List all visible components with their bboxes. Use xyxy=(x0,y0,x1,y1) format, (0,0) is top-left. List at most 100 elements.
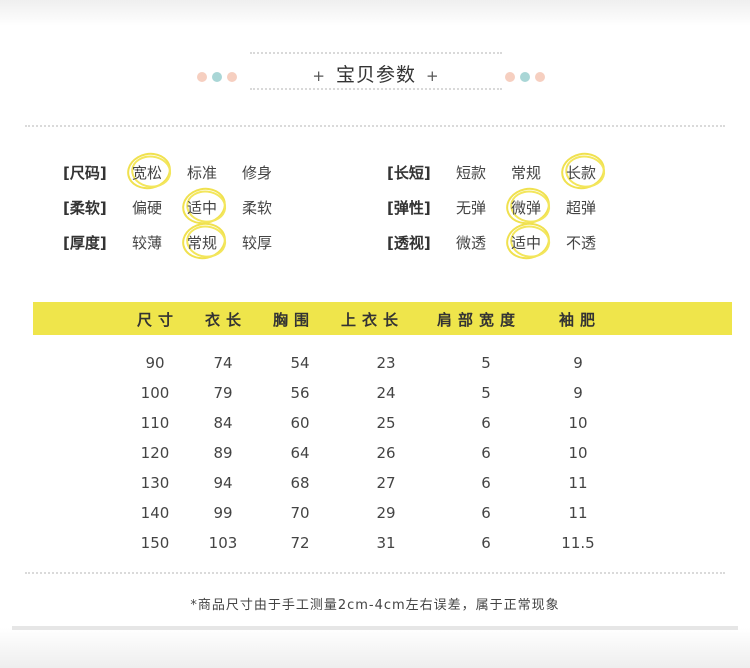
table-cell: 27 xyxy=(376,474,396,492)
table-column-header: 衣长 xyxy=(205,311,248,329)
table-cell: 25 xyxy=(376,414,396,432)
param-option: 柔软 xyxy=(242,197,272,218)
table-cell: 79 xyxy=(213,384,233,402)
bottom-line xyxy=(12,626,738,630)
table-cell: 24 xyxy=(376,384,396,402)
decor-dot xyxy=(197,72,207,82)
param-option-text: 常规 xyxy=(511,164,542,182)
table-column-header: 袖肥 xyxy=(559,311,602,329)
bottom-shadow xyxy=(0,628,750,668)
title-box: + 宝贝参数 + xyxy=(250,52,502,90)
size-table-header: 尺寸 衣长 胸围 上衣长 肩部宽度 袖肥 xyxy=(33,302,732,335)
table-cell: 54 xyxy=(290,354,310,372)
table-cell: 9 xyxy=(573,384,583,402)
param-label: [长短] xyxy=(387,164,431,182)
param-option-text: 超弹 xyxy=(566,199,597,217)
page-title: + 宝贝参数 + xyxy=(250,60,502,87)
param-option-selected: 长款 xyxy=(557,148,609,194)
plus-icon: + xyxy=(426,67,440,85)
param-option-text: 修身 xyxy=(242,164,273,182)
param-option-text: 短款 xyxy=(456,164,487,182)
table-column-header: 肩部宽度 xyxy=(437,311,522,329)
table-cell: 140 xyxy=(140,504,170,522)
param-row: [厚度] 较薄 常规 较厚 xyxy=(63,218,363,264)
plus-icon: + xyxy=(312,67,326,85)
param-option-text: 微透 xyxy=(456,234,487,252)
param-option-selected: 适中 xyxy=(502,218,554,264)
decor-dot xyxy=(227,72,237,82)
table-cell: 29 xyxy=(376,504,396,522)
decor-dots-left xyxy=(197,67,242,82)
table-row: 140 99 70 29 6 11 xyxy=(0,498,750,528)
param-option-selected: 微弹 xyxy=(502,183,554,229)
param-label: [透视] xyxy=(387,234,431,252)
param-option-text: 长款 xyxy=(566,164,597,182)
param-row: [长短] 短款 常规 长款 xyxy=(387,148,687,194)
table-cell: 84 xyxy=(213,414,233,432)
decor-dots-right xyxy=(505,67,550,82)
table-cell: 110 xyxy=(140,414,170,432)
param-option-text: 微弹 xyxy=(511,199,542,217)
top-shadow xyxy=(0,0,750,26)
table-cell: 11 xyxy=(568,504,588,522)
param-option: 短款 xyxy=(456,162,486,183)
table-column-header: 胸围 xyxy=(273,311,316,329)
param-option: 修身 xyxy=(242,162,272,183)
param-option-text: 柔软 xyxy=(242,199,273,217)
param-option-text: 不透 xyxy=(566,234,597,252)
param-option-text: 较薄 xyxy=(132,234,163,252)
table-cell: 56 xyxy=(290,384,310,402)
param-option: 常规 xyxy=(511,162,541,183)
table-cell: 31 xyxy=(376,534,396,552)
table-row: 100 79 56 24 5 9 xyxy=(0,378,750,408)
table-cell: 100 xyxy=(140,384,170,402)
table-cell: 5 xyxy=(481,384,491,402)
table-cell: 10 xyxy=(568,414,588,432)
param-label: [尺码] xyxy=(63,164,107,182)
param-option-selected: 适中 xyxy=(178,183,230,229)
param-option-text: 无弹 xyxy=(456,199,487,217)
table-cell: 6 xyxy=(481,474,491,492)
param-option-selected: 常规 xyxy=(178,218,230,264)
param-row: [弹性] 无弹 微弹 超弹 xyxy=(387,183,687,229)
table-cell: 89 xyxy=(213,444,233,462)
table-row: 90 74 54 23 5 9 xyxy=(0,348,750,378)
table-cell: 6 xyxy=(481,504,491,522)
table-cell: 6 xyxy=(481,534,491,552)
table-cell: 150 xyxy=(140,534,170,552)
table-cell: 64 xyxy=(290,444,310,462)
table-row: 130 94 68 27 6 11 xyxy=(0,468,750,498)
param-option-text: 宽松 xyxy=(132,164,163,182)
param-option: 微透 xyxy=(456,232,486,253)
table-cell: 11.5 xyxy=(561,534,595,552)
table-cell: 120 xyxy=(140,444,170,462)
measurement-note: *商品尺寸由于手工测量2cm-4cm左右误差，属于正常现象 xyxy=(190,598,560,613)
table-cell: 68 xyxy=(290,474,310,492)
param-option: 超弹 xyxy=(566,197,596,218)
table-column-header: 尺寸 xyxy=(137,311,180,329)
param-option: 较薄 xyxy=(132,232,162,253)
table-cell: 10 xyxy=(568,444,588,462)
table-row: 150 103 72 31 6 11.5 xyxy=(0,528,750,558)
table-row: 120 89 64 26 6 10 xyxy=(0,438,750,468)
table-cell: 99 xyxy=(213,504,233,522)
table-cell: 11 xyxy=(568,474,588,492)
table-cell: 74 xyxy=(213,354,233,372)
param-row: [柔软] 偏硬 适中 柔软 xyxy=(63,183,363,229)
param-label: [厚度] xyxy=(63,234,107,252)
param-option: 较厚 xyxy=(242,232,272,253)
table-cell: 103 xyxy=(208,534,238,552)
param-option: 偏硬 xyxy=(132,197,162,218)
decor-dot xyxy=(520,72,530,82)
table-cell: 94 xyxy=(213,474,233,492)
table-cell: 26 xyxy=(376,444,396,462)
page: + 宝贝参数 + [尺码] 宽松 标准 修身 [柔软] 偏硬 适中 柔软 [厚度] 较薄 常规 较厚 [长短… xyxy=(0,0,750,668)
param-row: [透视] 微透 适中 不透 xyxy=(387,218,687,264)
table-cell: 9 xyxy=(573,354,583,372)
table-cell: 72 xyxy=(290,534,310,552)
param-option-text: 适中 xyxy=(511,234,542,252)
table-cell: 23 xyxy=(376,354,396,372)
param-option-selected: 宽松 xyxy=(123,148,175,194)
param-label: [弹性] xyxy=(387,199,431,217)
title-text: 宝贝参数 xyxy=(335,64,416,86)
